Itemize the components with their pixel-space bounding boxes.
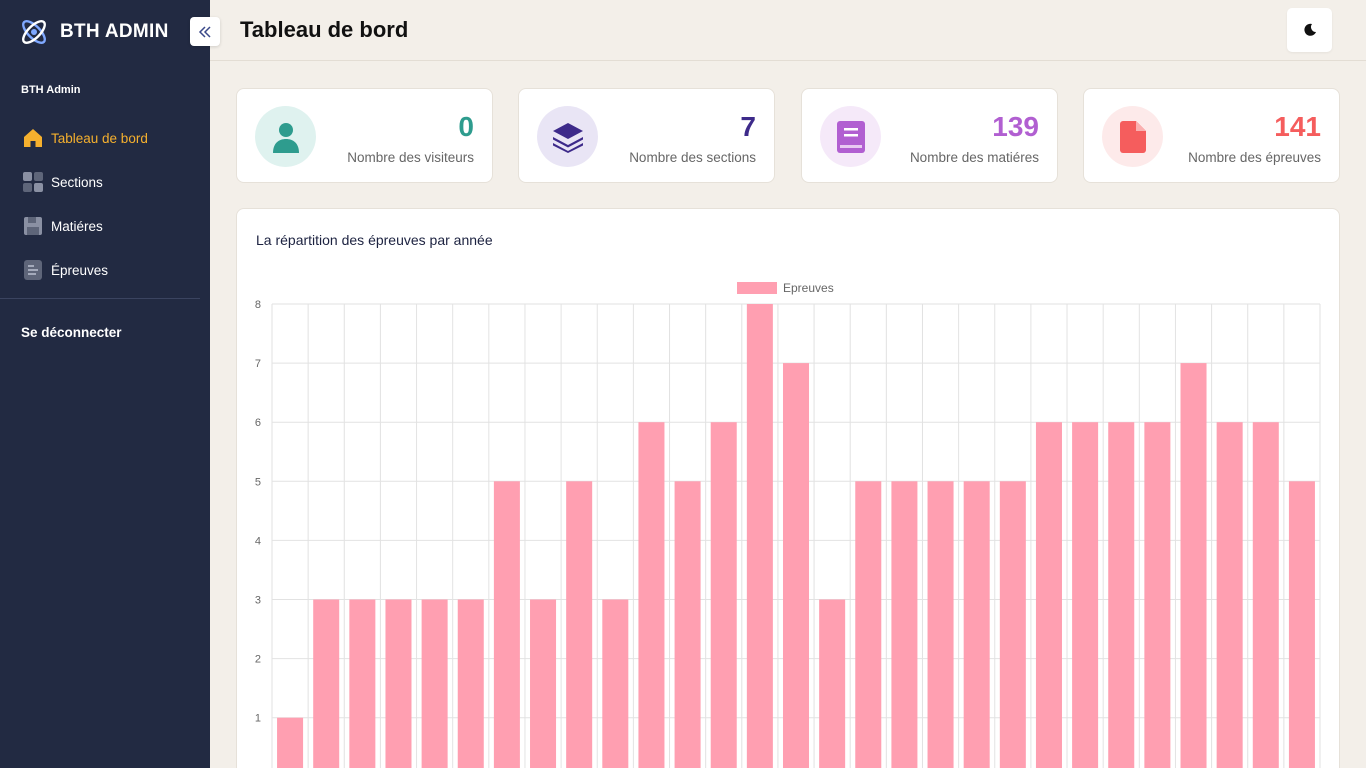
sidebar: BTH ADMIN BTH Admin Tableau de bord Sect…: [0, 0, 210, 768]
file-icon: [1102, 106, 1163, 167]
bar: [710, 422, 737, 768]
brand-name: BTH ADMIN: [60, 21, 169, 42]
moon-icon: [1303, 23, 1316, 36]
bar: [638, 422, 665, 768]
stat-value: 141: [1274, 111, 1321, 142]
bar: [277, 717, 304, 768]
bar: [891, 481, 918, 768]
logout-link[interactable]: Se déconnecter: [21, 325, 122, 340]
page-title: Tableau de bord: [240, 17, 409, 42]
bar: [421, 599, 448, 768]
stat-value: 0: [458, 111, 474, 142]
theme-toggle-button[interactable]: [1287, 8, 1332, 52]
sidebar-item-matieres[interactable]: Matiéres: [0, 204, 210, 248]
bar: [1072, 422, 1099, 768]
sidebar-nav: Tableau de bord Sections Matiéres Épreuv…: [0, 116, 210, 292]
bar-chart: 1 2 3 4 5 6 7 8: [255, 299, 1321, 768]
bar: [493, 481, 520, 768]
bar: [746, 304, 773, 768]
stat-card-epreuves: 141 Nombre des épreuves: [1083, 88, 1340, 183]
bar: [313, 599, 340, 768]
sidebar-item-sections[interactable]: Sections: [0, 160, 210, 204]
home-icon: [22, 128, 43, 149]
bar: [530, 599, 557, 768]
bar: [457, 599, 484, 768]
brand[interactable]: BTH ADMIN: [18, 16, 169, 48]
y-tick-label: 7: [255, 358, 261, 370]
stat-caption: Nombre des matiéres: [909, 150, 1039, 165]
stat-caption: Nombre des sections: [629, 150, 756, 165]
bar: [1108, 422, 1135, 768]
y-tick-label: 3: [255, 595, 261, 607]
stat-caption: Nombre des visiteurs: [347, 150, 474, 165]
bar: [999, 481, 1026, 768]
sidebar-item-label: Matiéres: [51, 218, 103, 234]
stat-value: 139: [992, 111, 1039, 142]
grid-icon: [22, 172, 43, 193]
bar: [1252, 422, 1279, 768]
top-header: Tableau de bord: [210, 0, 1366, 61]
bar: [349, 599, 376, 768]
user-icon: [255, 106, 316, 167]
bar: [927, 481, 954, 768]
sidebar-divider: [0, 298, 200, 299]
bar: [782, 363, 810, 768]
sidebar-section-label: BTH Admin: [21, 84, 81, 96]
bar: [1216, 422, 1243, 768]
bar: [1288, 481, 1315, 768]
y-tick-label: 6: [255, 417, 261, 429]
bar: [819, 599, 846, 768]
bar: [602, 599, 629, 768]
bar: [1180, 363, 1207, 768]
sidebar-item-label: Sections: [51, 174, 103, 190]
sidebar-item-epreuves[interactable]: Épreuves: [0, 248, 210, 292]
y-tick-label: 5: [255, 476, 261, 488]
bar: [855, 481, 882, 768]
bar: [674, 481, 701, 768]
stat-value: 7: [740, 111, 756, 142]
atom-logo-icon: [22, 20, 46, 44]
sidebar-item-tableau-de-bord[interactable]: Tableau de bord: [0, 116, 210, 160]
bar: [1144, 422, 1171, 768]
y-tick-label: 8: [255, 299, 261, 311]
chart-card: La répartition des épreuves par année Ep…: [236, 208, 1340, 768]
y-tick-label: 4: [255, 535, 261, 547]
y-tick-label: 2: [255, 654, 261, 666]
sidebar-item-label: Tableau de bord: [51, 130, 148, 146]
save-icon: [22, 216, 43, 237]
stat-card-visiteurs: 0 Nombre des visiteurs: [236, 88, 493, 183]
document-icon: [22, 260, 43, 281]
stat-card-matieres: 139 Nombre des matiéres: [801, 88, 1058, 183]
book-icon: [820, 106, 881, 167]
stat-card-sections: 7 Nombre des sections: [518, 88, 775, 183]
bar: [963, 481, 990, 768]
layers-icon: [537, 106, 598, 167]
sidebar-item-label: Épreuves: [51, 262, 109, 278]
bar: [1035, 422, 1062, 768]
bar: [566, 481, 593, 768]
stat-caption: Nombre des épreuves: [1188, 150, 1321, 165]
collapse-sidebar-button[interactable]: [190, 17, 220, 46]
y-tick-label: 1: [255, 713, 261, 725]
chevrons-left-icon: [198, 25, 211, 38]
bar: [385, 599, 412, 768]
